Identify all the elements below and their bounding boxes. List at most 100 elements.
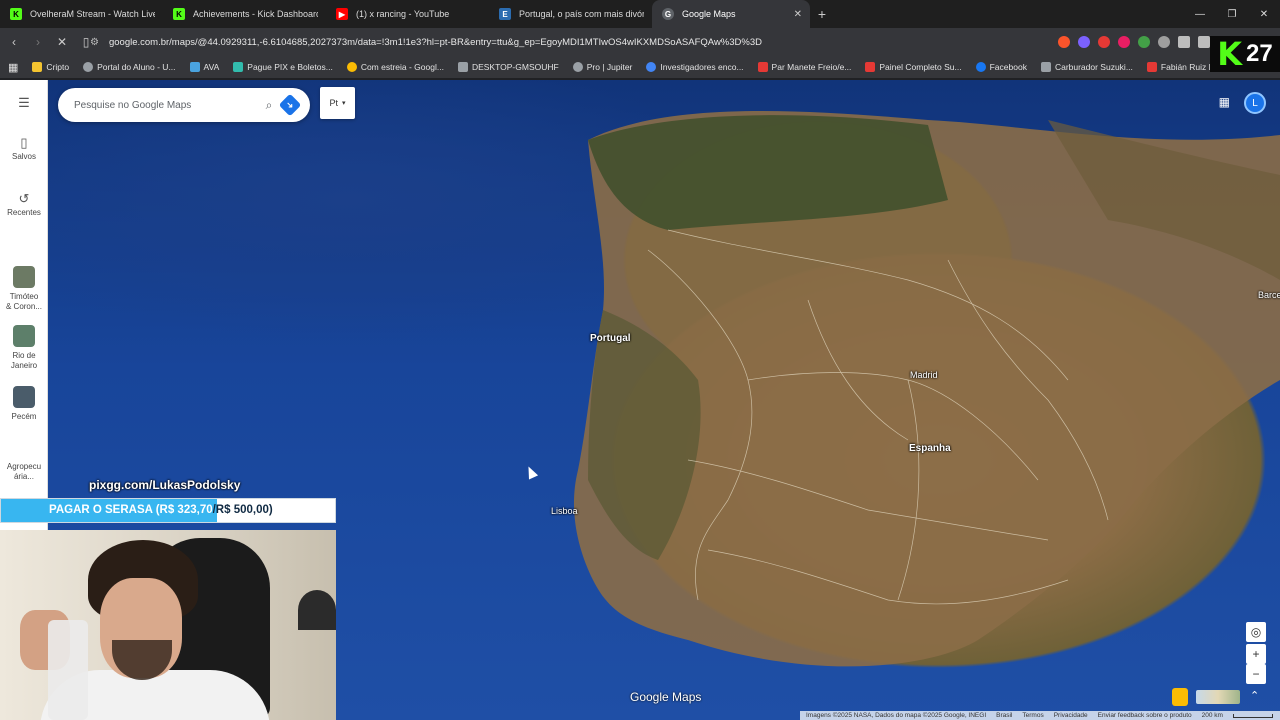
recent-place-agropecuaria[interactable]: Agropecu ária... xyxy=(0,462,48,482)
place-thumbnail xyxy=(13,266,35,288)
tab-news[interactable]: E Portugal, o país com mais divórcios xyxy=(489,0,652,28)
zoom-out-button[interactable]: − xyxy=(1246,664,1266,684)
language-layer-button[interactable]: Pt ▾ xyxy=(320,87,355,119)
avatar[interactable]: L xyxy=(1244,92,1266,114)
ava-icon xyxy=(189,62,200,72)
kick-icon: K xyxy=(173,8,185,20)
search-icon[interactable]: ⌕ xyxy=(256,98,282,113)
tab-google-maps[interactable]: G Google Maps ✕ xyxy=(652,0,810,28)
label-lisboa[interactable]: Lisboa xyxy=(551,506,578,516)
shop-icon xyxy=(757,62,768,72)
goal-text: PAGAR O SERASA (R$ 323,70/R$ 500,00) xyxy=(49,504,273,516)
apps-grid-icon[interactable]: ▦ xyxy=(8,61,18,74)
maps-search-box[interactable]: Pesquise no Google Maps ⌕ ➜ xyxy=(58,88,310,122)
zoom-in-button[interactable]: + xyxy=(1246,644,1266,664)
extension-icon[interactable] xyxy=(1138,36,1150,48)
stop-icon[interactable]: ✕ xyxy=(52,32,72,52)
tab-youtube[interactable]: ▶ (1) x rancing - YouTube xyxy=(326,0,489,28)
bookmark-label: AVA xyxy=(203,62,220,72)
pegman-icon[interactable] xyxy=(1172,688,1188,706)
address-bar[interactable]: ⚙ google.com.br/maps/@44.0929311,-6.6104… xyxy=(90,32,990,52)
bookmark-item[interactable]: Par Manete Freio/e... xyxy=(757,62,851,72)
bookmark-label: Cripto xyxy=(46,62,70,72)
directions-icon[interactable]: ➜ xyxy=(278,93,302,117)
rail-label: Timóteo & Coron... xyxy=(5,292,42,311)
bookmark-item[interactable]: Painel Completo Su... xyxy=(865,62,962,72)
bookmark-item[interactable]: AVA xyxy=(189,62,220,72)
google-maps-logo: Google Maps xyxy=(630,690,702,704)
place-thumbnail xyxy=(13,386,35,408)
pix-icon xyxy=(233,62,244,72)
my-location-icon[interactable]: ◎ xyxy=(1246,622,1266,642)
google-maps-icon: G xyxy=(662,8,674,20)
bookmark-label: DESKTOP-GMSOUHF xyxy=(471,62,559,72)
bookmark-label: Painel Completo Su... xyxy=(879,62,962,72)
bookmark-item[interactable]: Cripto xyxy=(32,62,69,72)
donation-goal-bar: PAGAR O SERASA (R$ 323,70/R$ 500,00) xyxy=(0,498,336,523)
scale-label[interactable]: 200 km xyxy=(1202,712,1223,719)
menu-button[interactable]: ☰ xyxy=(0,95,48,112)
brave-shield-icon[interactable] xyxy=(1058,36,1070,48)
page-icon xyxy=(457,62,468,72)
minimize-icon[interactable]: — xyxy=(1184,0,1216,28)
layers-preview[interactable] xyxy=(1196,690,1240,704)
bookmark-item[interactable]: Pague PIX e Boletos... xyxy=(233,62,333,72)
chevron-up-icon[interactable]: ⌃ xyxy=(1250,689,1259,702)
rail-label: Recentes xyxy=(7,208,41,217)
tab-kick-dashboard[interactable]: K Achievements - Kick Dashboard xyxy=(163,0,326,28)
bookmark-item[interactable]: Carburador Suzuki... xyxy=(1040,62,1133,72)
terms-link[interactable]: Termos xyxy=(1022,712,1043,719)
site-info-icon[interactable]: ⚙ xyxy=(90,37,99,48)
forward-icon[interactable]: › xyxy=(28,32,48,52)
bookmark-icon: ▯ xyxy=(20,135,28,150)
label-madrid[interactable]: Madrid xyxy=(910,370,938,380)
tab-kick-stream[interactable]: K OvelheraM Stream - Watch Live o xyxy=(0,0,163,28)
recent-place-timoteo[interactable]: Timóteo & Coron... xyxy=(0,266,48,312)
rail-label: Agropecu ária... xyxy=(6,462,42,481)
bookmark-label: Facebook xyxy=(989,62,1027,72)
rail-label: Pecém xyxy=(11,412,37,421)
new-tab-button[interactable]: + xyxy=(810,0,834,28)
bookmark-label: Investigadores enco... xyxy=(660,62,744,72)
maximize-icon[interactable]: ❐ xyxy=(1216,0,1248,28)
feedback-link[interactable]: Enviar feedback sobre o produto xyxy=(1098,712,1192,719)
google-apps-icon[interactable]: ▦ xyxy=(1219,95,1230,109)
sidebar-icon[interactable] xyxy=(1198,36,1210,48)
bookmark-item[interactable]: Facebook xyxy=(975,62,1027,72)
back-icon[interactable]: ‹ xyxy=(4,32,24,52)
privacy-link[interactable]: Privacidade xyxy=(1054,712,1088,719)
bookmark-item[interactable]: Com estreia - Googl... xyxy=(346,62,444,72)
screen: K OvelheraM Stream - Watch Live o K Achi… xyxy=(0,0,1280,720)
puzzle-icon[interactable] xyxy=(1178,36,1190,48)
close-window-icon[interactable]: ✕ xyxy=(1248,0,1280,28)
tab-strip: K OvelheraM Stream - Watch Live o K Achi… xyxy=(0,0,1280,28)
saved-button[interactable]: ▯ Salvos xyxy=(0,135,48,162)
recent-place-pecem[interactable]: Pecém xyxy=(0,386,48,422)
recent-button[interactable]: ↺ Recentes xyxy=(0,191,48,218)
bookmark-item[interactable]: Pro | Jupiter xyxy=(572,62,632,72)
bookmark-item[interactable]: DESKTOP-GMSOUHF xyxy=(457,62,559,72)
search-input[interactable]: Pesquise no Google Maps xyxy=(74,100,256,111)
rail-label: Rio de Janeiro xyxy=(10,351,38,370)
label-barcelona[interactable]: Barce xyxy=(1258,290,1280,300)
drink-cup xyxy=(48,620,88,720)
bookmark-item[interactable]: Portal do Aluno - U... xyxy=(83,62,176,72)
history-icon: ↺ xyxy=(18,191,30,206)
recent-place-rio[interactable]: Rio de Janeiro xyxy=(0,325,48,371)
close-tab-icon[interactable]: ✕ xyxy=(794,9,802,20)
extension-icon[interactable] xyxy=(1118,36,1130,48)
url-text: google.com.br/maps/@44.0929311,-6.610468… xyxy=(108,36,762,48)
extension-icon[interactable] xyxy=(1098,36,1110,48)
scale-bar xyxy=(1232,713,1273,718)
bookmark-label: Com estreia - Googl... xyxy=(360,62,444,72)
bookmark-item[interactable]: Investigadores enco... xyxy=(646,62,744,72)
background-object xyxy=(298,590,336,630)
layer-button-label: Pt xyxy=(329,98,338,108)
extension-icon[interactable] xyxy=(1158,36,1170,48)
extension-icon[interactable] xyxy=(1078,36,1090,48)
region-link[interactable]: Brasil xyxy=(996,712,1012,719)
label-espanha[interactable]: Espanha xyxy=(909,443,951,454)
kick-logo: K xyxy=(1217,35,1243,73)
label-portugal[interactable]: Portugal xyxy=(590,333,631,344)
hamburger-menu-icon: ☰ xyxy=(18,95,30,110)
